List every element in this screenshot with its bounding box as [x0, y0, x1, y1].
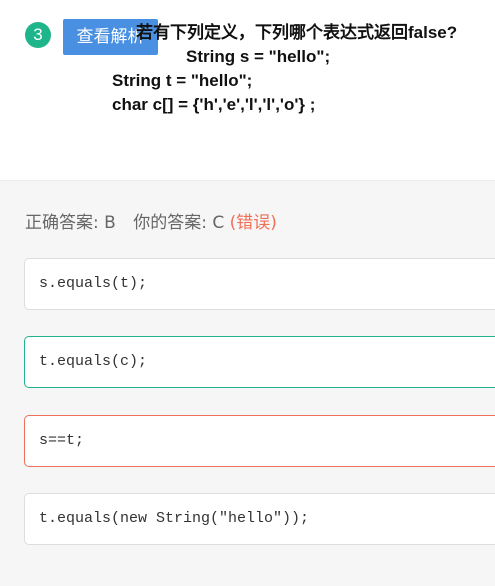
question-code-line: char c[] = {'h','e','l','l','o'} ;: [112, 95, 316, 114]
answer-status: (错误): [229, 213, 277, 233]
correct-answer-label: 正确答案:: [25, 213, 99, 233]
option-code: t.equals(new String("hello"));: [39, 510, 310, 527]
option-b-correct[interactable]: t.equals(c);: [24, 336, 495, 388]
question-header: 3 查看解析 若有下列定义，下列哪个表达式返回false? String s =…: [0, 0, 495, 180]
option-c-selected-wrong[interactable]: s==t;: [24, 415, 495, 467]
option-code: s.equals(t);: [39, 275, 148, 292]
option-a[interactable]: s.equals(t);: [24, 258, 495, 310]
question-number-badge: 3: [25, 22, 51, 48]
answer-panel: 正确答案: B 你的答案: C (错误) s.equals(t); t.equa…: [0, 180, 495, 586]
question-code-line: String s = "hello";: [186, 47, 331, 66]
question-page: 3 查看解析 若有下列定义，下列哪个表达式返回false? String s =…: [0, 0, 495, 586]
option-code: t.equals(c);: [39, 353, 148, 370]
correct-answer-value: B: [104, 213, 116, 233]
answer-summary: 正确答案: B 你的答案: C (错误): [25, 208, 277, 233]
option-d[interactable]: t.equals(new String("hello"));: [24, 493, 495, 545]
your-answer-label: 你的答案:: [133, 213, 207, 233]
your-answer-value: C: [212, 213, 225, 233]
question-code-line: String t = "hello";: [112, 71, 253, 90]
option-code: s==t;: [39, 432, 85, 449]
question-text: 若有下列定义，下列哪个表达式返回false?: [136, 23, 458, 42]
